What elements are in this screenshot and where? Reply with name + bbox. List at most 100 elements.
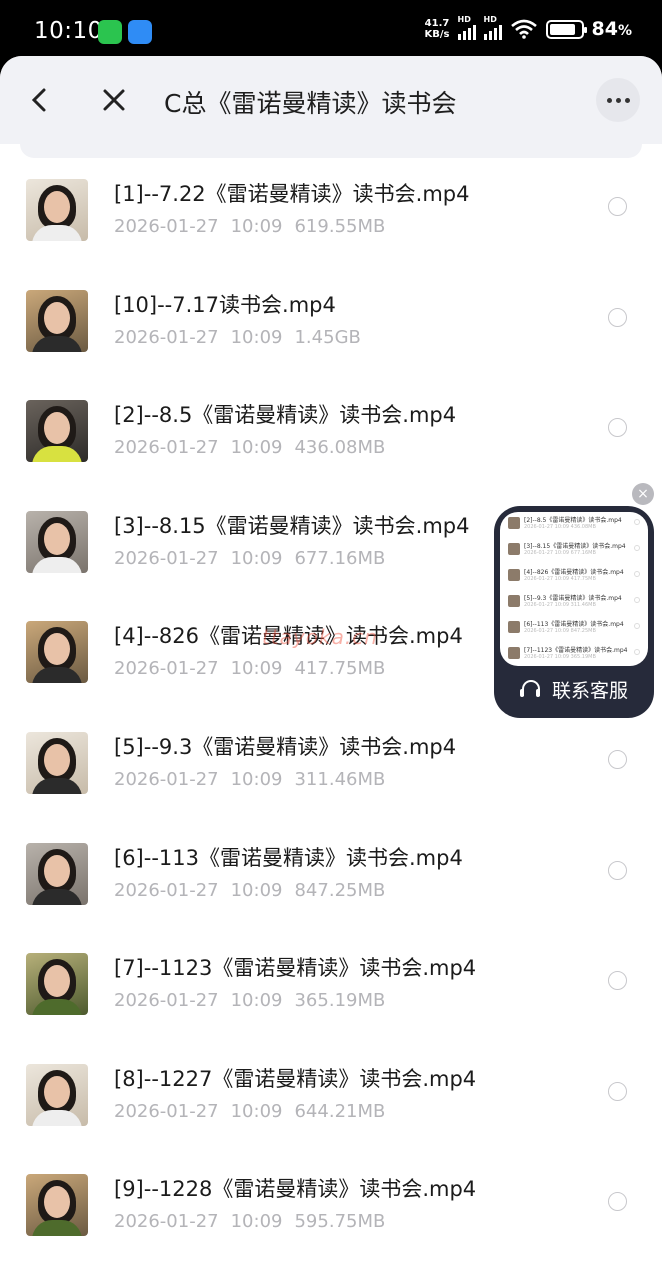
file-time: 10:09 xyxy=(230,216,283,237)
file-meta: 2026-01-27 10:09 595.75MB xyxy=(114,1211,397,1232)
file-size: 417.75MB xyxy=(294,658,386,680)
list-item[interactable]: [10]--7.17读书会.mp4 2026-01-27 10:09 1.45GB xyxy=(0,275,662,386)
file-date: 2026-01-27 xyxy=(114,216,219,237)
network-speed: 41.7 KB/s xyxy=(425,18,450,40)
file-date: 2026-01-27 xyxy=(114,437,219,459)
preview-item: [7]--1123《雷诺曼精读》读书会.mp4 2026-01-27 10:09 … xyxy=(500,642,648,666)
file-meta: 2026-01-27 10:09 417.75MB xyxy=(114,658,397,679)
file-size: 436.08MB xyxy=(294,437,386,459)
file-size: 619.55MB xyxy=(294,216,386,237)
widget-preview: [2]--8.5《雷诺曼精读》读书会.mp4 2026-01-27 10:09 4… xyxy=(500,512,648,666)
file-date: 2026-01-27 xyxy=(114,990,219,1012)
file-name: [6]--113《雷诺曼精读》读书会.mp4 xyxy=(114,845,463,870)
list-item[interactable]: [1]--7.22《雷诺曼精读》读书会.mp4 2026-01-27 10:09 6… xyxy=(0,164,662,275)
video-thumbnail xyxy=(26,400,88,463)
preview-item: [4]--826《雷诺曼精读》读书会.mp4 2026-01-27 10:09 4… xyxy=(500,564,648,590)
file-date: 2026-01-27 xyxy=(114,547,219,569)
video-thumbnail xyxy=(26,289,88,352)
status-time: 10:10 xyxy=(34,18,103,44)
network-speed-unit: KB/s xyxy=(424,29,450,40)
file-time: 10:09 xyxy=(230,437,283,459)
signal-icon: HD xyxy=(457,15,476,40)
video-thumbnail xyxy=(26,1063,88,1126)
select-radio[interactable] xyxy=(608,1081,627,1101)
file-meta: 2026-01-27 10:09 436.08MB xyxy=(114,437,397,458)
signal-2-icon: HD xyxy=(483,15,502,40)
file-name: [7]--1123《雷诺曼精读》读书会.mp4 xyxy=(114,956,477,981)
battery-icon xyxy=(545,19,587,39)
file-time: 10:09 xyxy=(230,326,283,348)
list-item[interactable]: [8]--1227《雷诺曼精读》读书会.mp4 2026-01-27 10:09 6… xyxy=(0,1049,662,1160)
file-date: 2026-01-27 xyxy=(114,1211,219,1233)
file-name: [2]--8.5《雷诺曼精读》读书会.mp4 xyxy=(114,403,457,428)
file-size: 1.45GB xyxy=(294,326,361,348)
video-thumbnail xyxy=(26,179,88,241)
contact-support-button[interactable]: 联系客服 xyxy=(494,676,654,703)
file-meta: 2026-01-27 10:09 644.21MB xyxy=(114,1101,397,1122)
preview-item: [2]--8.5《雷诺曼精读》读书会.mp4 2026-01-27 10:09 4… xyxy=(500,512,648,538)
file-size: 365.19MB xyxy=(294,990,386,1012)
top-bar-shadow xyxy=(20,144,642,158)
file-size: 677.16MB xyxy=(294,547,386,569)
list-item[interactable]: [6]--113《雷诺曼精读》读书会.mp4 2026-01-27 10:09 84… xyxy=(0,828,662,939)
file-meta: 2026-01-27 10:09 847.25MB xyxy=(114,880,397,901)
battery-percent: 84% xyxy=(591,18,632,40)
select-radio[interactable] xyxy=(608,749,627,769)
file-meta: 2026-01-27 10:09 311.46MB xyxy=(114,769,397,790)
file-size: 847.25MB xyxy=(294,879,386,901)
wifi-icon xyxy=(510,19,537,39)
file-date: 2026-01-27 xyxy=(114,768,219,790)
preview-item: [6]--113《雷诺曼精读》读书会.mp4 2026-01-27 10:09 8… xyxy=(500,616,648,642)
select-radio[interactable] xyxy=(608,971,627,991)
status-bar: 10:10 41.7 KB/s HD HD 84% xyxy=(0,0,662,62)
wechat-notification-icon xyxy=(98,20,122,44)
file-name: [9]--1228《雷诺曼精读》读书会.mp4 xyxy=(114,1177,477,1202)
preview-item: [5]--9.3《雷诺曼精读》读书会.mp4 2026-01-27 10:09 3… xyxy=(500,590,648,616)
select-radio[interactable] xyxy=(608,860,627,880)
video-thumbnail xyxy=(26,510,88,573)
file-time: 10:09 xyxy=(230,547,283,569)
page-title: C总《雷诺曼精读》读书会 xyxy=(164,89,457,118)
close-icon[interactable] xyxy=(98,82,130,118)
file-name: [8]--1227《雷诺曼精读》读书会.mp4 xyxy=(114,1066,477,1091)
file-date: 2026-01-27 xyxy=(114,1100,219,1122)
top-bar: C总《雷诺曼精读》读书会 xyxy=(0,56,662,144)
select-radio[interactable] xyxy=(608,418,627,438)
file-date: 2026-01-27 xyxy=(114,658,219,680)
video-thumbnail xyxy=(26,1174,88,1237)
chevron-left-icon[interactable] xyxy=(24,82,56,118)
file-time: 10:09 xyxy=(230,768,283,790)
headset-icon xyxy=(519,679,542,700)
video-thumbnail xyxy=(26,953,88,1016)
file-date: 2026-01-27 xyxy=(114,326,219,348)
list-item[interactable]: [7]--1123《雷诺曼精读》读书会.mp4 2026-01-27 10:09 3… xyxy=(0,938,662,1049)
video-thumbnail xyxy=(26,731,88,794)
list-item[interactable]: [5]--9.3《雷诺曼精读》读书会.mp4 2026-01-27 10:09 31… xyxy=(0,717,662,828)
more-horizontal-icon[interactable] xyxy=(596,78,640,122)
select-radio[interactable] xyxy=(608,197,627,216)
list-item[interactable]: [2]--8.5《雷诺曼精读》读书会.mp4 2026-01-27 10:09 43… xyxy=(0,385,662,496)
file-meta: 2026-01-27 10:09 677.16MB xyxy=(114,548,397,569)
file-meta: 2026-01-27 10:09 1.45GB xyxy=(114,327,373,348)
preview-item: [3]--8.15《雷诺曼精读》读书会.mp4 2026-01-27 10:09 … xyxy=(500,538,648,564)
file-date: 2026-01-27 xyxy=(114,879,219,901)
network-speed-value: 41.7 xyxy=(424,18,450,29)
select-radio[interactable] xyxy=(608,307,627,327)
file-time: 10:09 xyxy=(230,1211,283,1233)
file-size: 644.21MB xyxy=(294,1100,386,1122)
close-floating-widget-icon[interactable]: × xyxy=(632,483,654,505)
file-meta: 2026-01-27 10:09 365.19MB xyxy=(114,990,397,1011)
file-time: 10:09 xyxy=(230,990,283,1012)
file-size: 595.75MB xyxy=(294,1211,386,1233)
contact-support-label: 联系客服 xyxy=(551,680,628,702)
list-item[interactable]: [9]--1228《雷诺曼精读》读书会.mp4 2026-01-27 10:09 5… xyxy=(0,1159,662,1270)
select-radio[interactable] xyxy=(608,1192,627,1212)
file-time: 10:09 xyxy=(230,1100,283,1122)
file-time: 10:09 xyxy=(230,879,283,901)
file-name: [10]--7.17读书会.mp4 xyxy=(114,292,336,317)
file-name: [3]--8.15《雷诺曼精读》读书会.mp4 xyxy=(114,513,470,538)
file-name: [5]--9.3《雷诺曼精读》读书会.mp4 xyxy=(114,734,457,759)
file-meta: 2026-01-27 10:09 619.55MB xyxy=(114,216,397,237)
file-size: 311.46MB xyxy=(294,768,386,790)
customer-service-widget[interactable]: [2]--8.5《雷诺曼精读》读书会.mp4 2026-01-27 10:09 4… xyxy=(494,506,654,718)
